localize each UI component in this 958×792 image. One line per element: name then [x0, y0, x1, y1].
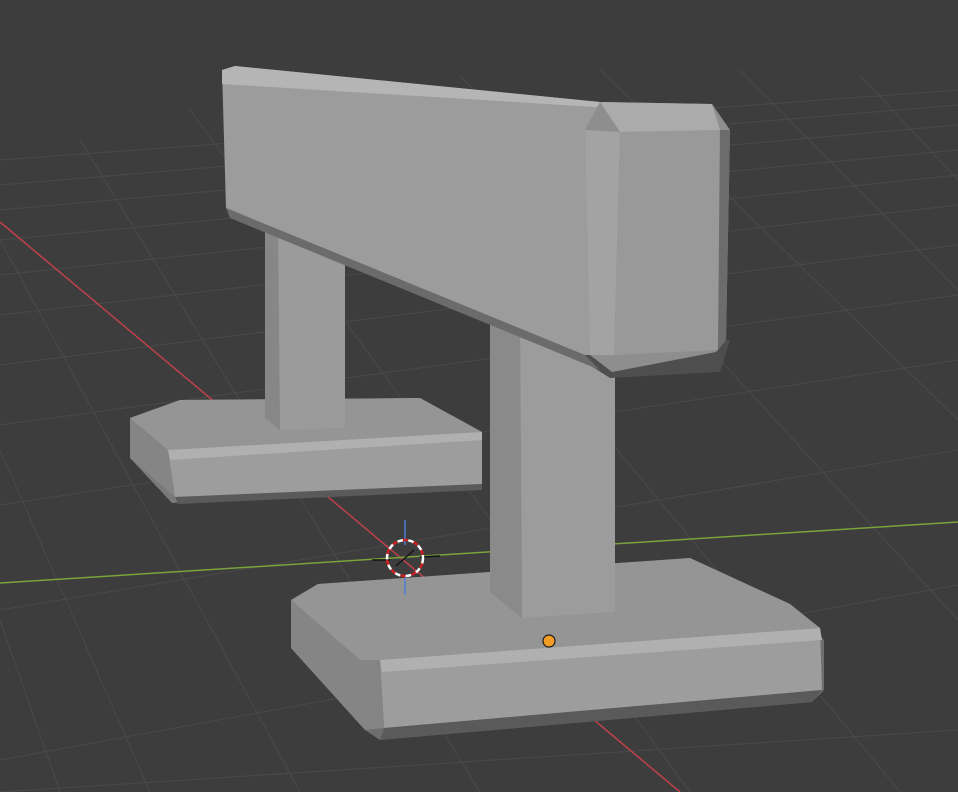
viewport-scene[interactable] [0, 0, 958, 792]
object-origin-icon[interactable] [542, 634, 556, 648]
3d-viewport[interactable] [0, 0, 958, 792]
